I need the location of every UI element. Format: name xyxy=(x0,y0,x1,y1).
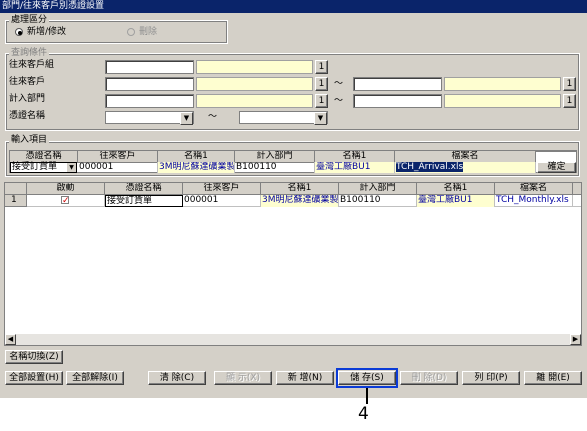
input-voucher-select[interactable]: 接受訂貨單 ▼ xyxy=(10,162,77,173)
input-file-cell[interactable]: TCH_Arrival.xls xyxy=(395,162,536,173)
input-file-value: TCH_Arrival.xls xyxy=(396,162,464,172)
dept-to-input[interactable] xyxy=(353,94,442,108)
add-button[interactable]: 新 增(N) xyxy=(276,371,334,385)
input-customer-code[interactable]: 000001 xyxy=(78,162,158,173)
input-dept-name: 臺灣工廠BU1 xyxy=(315,162,395,173)
dept-range-separator: ～ xyxy=(334,96,344,106)
grid-header-file: 檔案名 xyxy=(495,183,573,195)
input-dept-code[interactable]: B100110 xyxy=(235,162,315,173)
print-button[interactable]: 列 印(P) xyxy=(462,371,520,385)
chevron-down-icon[interactable]: ▼ xyxy=(180,112,193,125)
radio-add-edit[interactable] xyxy=(15,28,23,36)
callout-number: 4 xyxy=(358,404,369,424)
customer-group-code-input[interactable] xyxy=(105,60,194,74)
dept-from-lookup-button[interactable]: 1 xyxy=(315,94,328,108)
customer-label: 往來客戶 xyxy=(9,77,46,87)
name-toggle-button[interactable]: 名稱切換(Z) xyxy=(5,350,63,364)
scroll-right-icon[interactable]: ▶ xyxy=(570,334,581,345)
chevron-down-icon[interactable]: ▼ xyxy=(314,112,327,125)
grid-header-customer-name: 名稱1 xyxy=(261,183,339,195)
exit-button[interactable]: 離 開(E) xyxy=(524,371,582,385)
table-row[interactable]: 1 ✓ 接受訂貨單 000001 3M明尼蘇達礦業製造 B100110 臺灣工廠… xyxy=(5,195,581,207)
voucher-label: 憑證名稱 xyxy=(9,111,46,121)
dept-from-name-field xyxy=(196,94,313,108)
grid-header-dept: 計入部門 xyxy=(339,183,417,195)
grid-cell-customer[interactable]: 000001 xyxy=(183,195,261,207)
radio-add-edit-label: 新增/修改 xyxy=(27,27,67,37)
dept-to-lookup-button[interactable]: 1 xyxy=(563,94,576,108)
grid-header-voucher: 憑證名稱 xyxy=(105,183,183,195)
window-title: 部門/往來客戶別憑證設置 xyxy=(0,0,587,13)
dept-to-name-field xyxy=(444,94,561,108)
grid-header-active: 啟動 xyxy=(27,183,105,195)
dept-from-input[interactable] xyxy=(105,94,194,108)
customer-to-input[interactable] xyxy=(353,77,442,91)
grid-cell-voucher[interactable]: 接受訂貨單 xyxy=(105,195,183,207)
customer-group-name-field xyxy=(196,60,313,74)
grid-cell-file[interactable]: TCH_Monthly.xls xyxy=(495,195,573,207)
clear-button[interactable]: 清 除(C) xyxy=(148,371,206,385)
grid-cell-dept-name: 臺灣工廠BU1 xyxy=(417,195,495,207)
grid-header-dept-name: 名稱1 xyxy=(417,183,495,195)
select-all-button[interactable]: 全部設置(H) xyxy=(5,371,63,385)
dept-label: 計入部門 xyxy=(9,94,46,104)
delete-button[interactable]: 刪 除(D) xyxy=(400,371,458,385)
input-group-label: 輸入項目 xyxy=(9,135,50,145)
callout-line xyxy=(366,388,368,404)
mode-group-label: 處理區分 xyxy=(9,15,50,25)
grid-cell-customer-name: 3M明尼蘇達礦業製造 xyxy=(261,195,339,207)
grid-header-customer: 往來客戶 xyxy=(183,183,261,195)
radio-delete[interactable] xyxy=(127,28,135,36)
customer-from-name-field xyxy=(196,77,313,91)
voucher-to-select[interactable]: ▼ xyxy=(239,111,328,125)
customer-group-lookup-button[interactable]: 1 xyxy=(315,60,328,74)
grid-header-filler xyxy=(573,183,581,195)
active-checkbox[interactable]: ✓ xyxy=(61,196,70,206)
criteria-group-label: 查詢條件 xyxy=(9,48,50,58)
deselect-all-button[interactable]: 全部解除(I) xyxy=(66,371,124,385)
chevron-down-icon[interactable]: ▼ xyxy=(67,163,76,172)
grid-header-rownum xyxy=(5,183,27,195)
display-button[interactable]: 顯 示(X) xyxy=(214,371,272,385)
input-customer-name: 3M明尼蘇達礦業製造 xyxy=(158,162,235,173)
save-highlight-box xyxy=(336,368,398,388)
input-voucher-value: 接受訂貨單 xyxy=(12,162,58,172)
grid-cell-active[interactable]: ✓ xyxy=(27,195,105,207)
voucher-range-separator: ～ xyxy=(208,112,218,122)
grid-row-number: 1 xyxy=(5,195,27,207)
input-header-blank xyxy=(536,151,576,152)
customer-group-label: 往來客戶組 xyxy=(9,60,55,70)
customer-from-lookup-button[interactable]: 1 xyxy=(315,77,328,91)
scroll-left-icon[interactable]: ◀ xyxy=(5,334,16,345)
grid-cell-dept[interactable]: B100110 xyxy=(339,195,417,207)
customer-range-separator: ～ xyxy=(334,79,344,89)
customer-to-lookup-button[interactable]: 1 xyxy=(563,77,576,91)
radio-delete-label: 刪除 xyxy=(139,27,158,37)
voucher-from-select[interactable]: ▼ xyxy=(105,111,194,125)
customer-from-input[interactable] xyxy=(105,77,194,91)
horizontal-scrollbar[interactable] xyxy=(5,334,581,345)
confirm-button[interactable]: 確定 xyxy=(537,162,576,173)
customer-to-name-field xyxy=(444,77,561,91)
